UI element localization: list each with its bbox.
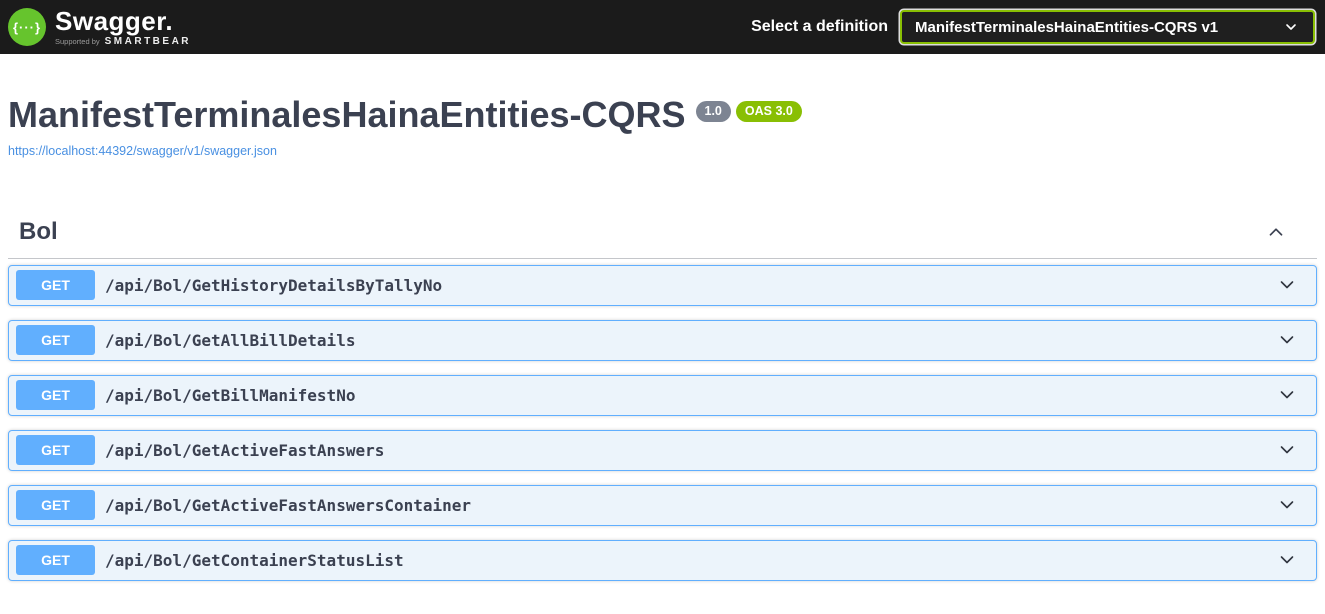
- http-method-badge: GET: [16, 490, 95, 521]
- chevron-down-icon: [1283, 19, 1299, 35]
- oas-badge: OAS 3.0: [735, 101, 802, 122]
- operation-row[interactable]: GET /api/Bol/GetAllBillDetails: [8, 319, 1317, 361]
- api-info: ManifestTerminalesHainaEntities-CQRS 1.0…: [8, 95, 1317, 160]
- operation-path: /api/Bol/GetBillManifestNo: [105, 385, 356, 405]
- spec-url-link[interactable]: https://localhost:44392/swagger/v1/swagg…: [8, 144, 277, 158]
- operation-row[interactable]: GET /api/Bol/GetContainerStatusList: [8, 539, 1317, 581]
- tag-header[interactable]: Bol: [8, 218, 1317, 259]
- operation-row[interactable]: GET /api/Bol/GetActiveFastAnswers: [8, 429, 1317, 471]
- select-definition-label: Select a definition: [751, 18, 888, 35]
- http-method-badge: GET: [16, 435, 95, 466]
- operation-row[interactable]: GET /api/Bol/GetBillManifestNo: [8, 374, 1317, 416]
- operation-path: /api/Bol/GetActiveFastAnswers: [105, 440, 385, 460]
- http-method-badge: GET: [16, 380, 95, 411]
- operation-path: /api/Bol/GetContainerStatusList: [105, 550, 404, 570]
- page-title: ManifestTerminalesHainaEntities-CQRS: [8, 94, 686, 135]
- chevron-down-icon[interactable]: [1277, 495, 1297, 515]
- swagger-brand-name: Swagger.: [55, 5, 174, 36]
- definition-select-value: ManifestTerminalesHainaEntities-CQRS v1: [915, 18, 1219, 36]
- operation-row[interactable]: GET /api/Bol/GetHistoryDetailsByTallyNo: [8, 264, 1317, 306]
- swagger-braces-icon: {···}: [8, 8, 46, 46]
- operation-path: /api/Bol/GetActiveFastAnswersContainer: [105, 495, 472, 515]
- chevron-down-icon[interactable]: [1277, 440, 1297, 460]
- operation-row[interactable]: GET /api/Bol/GetActiveFastAnswersContain…: [8, 484, 1317, 526]
- chevron-down-icon[interactable]: [1277, 275, 1297, 295]
- collapse-section-button[interactable]: [1265, 221, 1287, 243]
- http-method-badge: GET: [16, 545, 95, 576]
- smartbear-label: SMARTBEAR: [104, 35, 192, 47]
- supported-by-label: Supported by: [55, 36, 100, 46]
- swagger-ui-content: ManifestTerminalesHainaEntities-CQRS 1.0…: [0, 95, 1325, 581]
- http-method-badge: GET: [16, 270, 95, 301]
- chevron-up-icon: [1265, 221, 1287, 243]
- tag-name: Bol: [19, 217, 58, 245]
- chevron-down-icon[interactable]: [1277, 550, 1297, 570]
- chevron-down-icon[interactable]: [1277, 385, 1297, 405]
- operation-list: GET /api/Bol/GetHistoryDetailsByTallyNo …: [8, 264, 1317, 581]
- topbar: {···} Swagger. Supported by SMARTBEAR Se…: [0, 0, 1325, 54]
- swagger-logo: {···} Swagger. Supported by SMARTBEAR: [8, 8, 191, 47]
- http-method-badge: GET: [16, 325, 95, 356]
- definition-select[interactable]: ManifestTerminalesHainaEntities-CQRS v1: [900, 10, 1315, 44]
- operation-path: /api/Bol/GetHistoryDetailsByTallyNo: [105, 275, 443, 295]
- operation-path: /api/Bol/GetAllBillDetails: [105, 330, 356, 350]
- chevron-down-icon[interactable]: [1277, 330, 1297, 350]
- tag-section-bol: Bol GET /api/Bol/GetHistoryDetailsByTall…: [8, 218, 1317, 581]
- version-badge: 1.0: [695, 101, 731, 122]
